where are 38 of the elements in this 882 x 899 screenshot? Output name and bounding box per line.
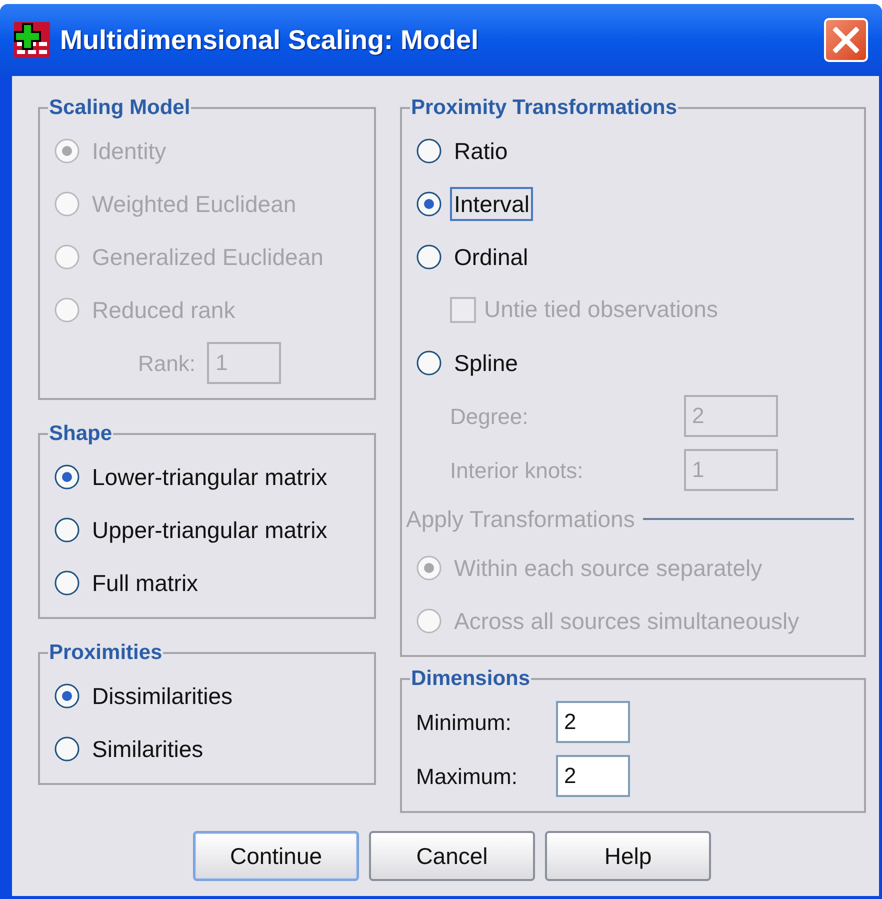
radio-label[interactable]: Full matrix — [88, 566, 202, 600]
group-title: Shape — [48, 422, 114, 446]
radio-button-selected[interactable] — [416, 190, 442, 216]
dialog-button[interactable]: Cancel — [369, 831, 535, 881]
radio-button-selected[interactable] — [54, 682, 80, 708]
field-label: Degree: — [450, 402, 530, 431]
radio-button[interactable] — [416, 350, 442, 376]
radio-button[interactable] — [54, 736, 80, 762]
radio-button[interactable] — [54, 570, 80, 596]
close-icon — [833, 27, 859, 53]
radio-label[interactable]: Similarities — [88, 732, 208, 766]
field-label: Rank: — [138, 350, 196, 378]
field-label: Minimum: — [416, 708, 512, 736]
number-field[interactable]: 2 — [556, 701, 630, 743]
radio-button[interactable] — [416, 244, 442, 270]
field-label: Interior knots: — [450, 456, 584, 484]
radio-button[interactable] — [54, 516, 80, 542]
radio-label[interactable]: Dissimilarities — [88, 678, 237, 712]
radio-label[interactable]: Upper-triangular matrix — [88, 512, 332, 546]
group-title: Scaling Model — [48, 96, 192, 120]
group-title: Dimensions — [410, 667, 532, 691]
radio-button-selected[interactable] — [54, 464, 80, 490]
dialog-button[interactable]: Help — [545, 831, 711, 881]
radio-label[interactable]: Lower-triangular matrix — [88, 460, 332, 494]
radio-label[interactable]: Ratio — [450, 134, 512, 168]
radio-label[interactable]: Ordinal — [450, 240, 532, 274]
field-label: Maximum: — [416, 762, 518, 790]
radio-label[interactable]: Interval — [450, 186, 534, 220]
section-heading: Apply Transformations — [406, 504, 635, 534]
group-title: Proximities — [48, 641, 164, 665]
app-icon — [14, 22, 50, 58]
window-title: Multidimensional Scaling: Model — [60, 24, 480, 57]
number-field[interactable]: 2 — [556, 755, 630, 797]
radio-label[interactable]: Spline — [450, 346, 522, 380]
close-button[interactable] — [824, 18, 868, 62]
radio-button[interactable] — [416, 138, 442, 164]
group-title: Proximity Transformations — [410, 96, 678, 120]
dialog-button[interactable]: Continue — [193, 831, 359, 881]
